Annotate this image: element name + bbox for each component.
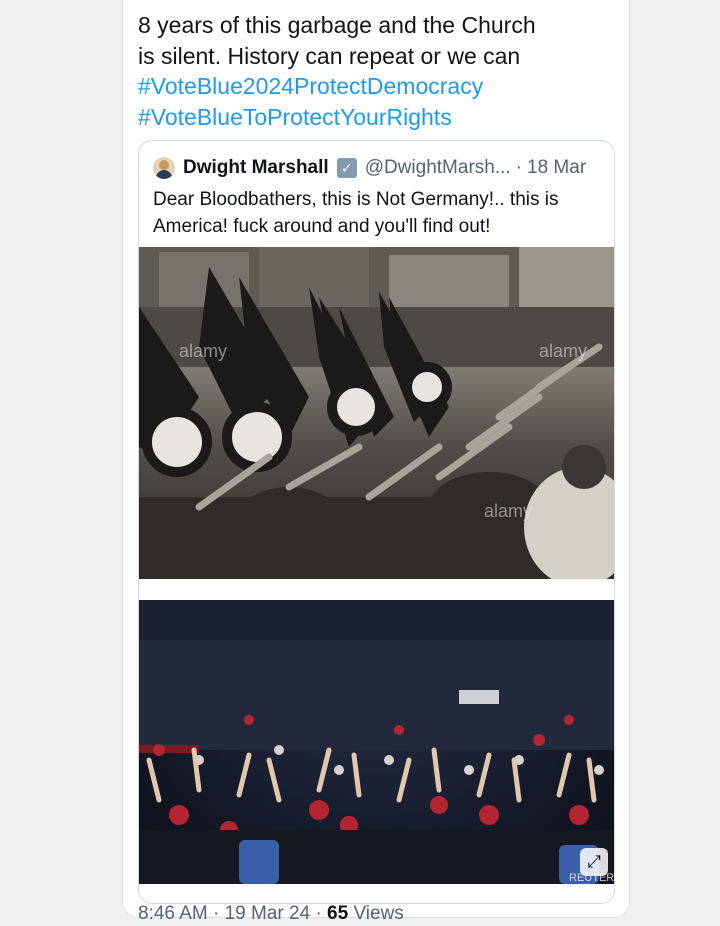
separator-dot: ·	[315, 903, 322, 924]
separator-dot: ·	[515, 157, 523, 178]
views-count: 65	[327, 903, 349, 924]
expand-icon[interactable]: ⤢	[580, 848, 608, 876]
watermark: alamy	[179, 341, 227, 361]
avatar[interactable]	[153, 157, 175, 179]
quoted-text-line: Dear Bloodbathers, this is Not Germany!.…	[153, 189, 559, 210]
quoted-text-line: America! fuck around and you'll find out…	[153, 216, 491, 237]
post-meta: 8:46 AM · 19 Mar 24 · 65 Views	[138, 903, 404, 925]
post-date[interactable]: 18 Mar	[527, 157, 586, 179]
post-text: 8 years of this garbage and the Church i…	[138, 10, 608, 132]
hashtag-link[interactable]: #VoteBlueToProtectYourRights	[138, 102, 608, 133]
views-label: Views	[353, 903, 404, 924]
photo-illustration: REUTERS	[139, 600, 614, 884]
author-handle[interactable]: @DwightMarsh...	[365, 157, 511, 179]
hashtag-link[interactable]: #VoteBlue2024ProtectDemocracy	[138, 71, 608, 102]
quoted-post-text: Dear Bloodbathers, this is Not Germany!.…	[153, 186, 603, 240]
quoted-post[interactable]: Dwight Marshall ✓ @DwightMarsh... · 18 M…	[138, 140, 615, 904]
historical-rally-photo[interactable]: alamy alamy alamy	[139, 247, 614, 579]
photo-illustration: alamy alamy alamy	[139, 247, 614, 579]
post-time[interactable]: 8:46 AM	[138, 903, 208, 924]
watermark: alamy	[484, 501, 532, 521]
verified-badge-icon: ✓	[336, 158, 357, 178]
arena-crowd-photo[interactable]: REUTERS ⤢	[139, 600, 614, 884]
quoted-post-header: Dwight Marshall ✓ @DwightMarsh... · 18 M…	[153, 154, 603, 182]
author-name[interactable]: Dwight Marshall	[183, 157, 329, 179]
media-divider	[139, 579, 614, 600]
watermark: alamy	[539, 341, 587, 361]
post-full-date[interactable]: 19 Mar 24	[225, 903, 311, 924]
post-text-line: 8 years of this garbage and the Church	[138, 12, 536, 38]
post-text-line: is silent. History can repeat or we can	[138, 42, 521, 69]
separator-dot: ·	[213, 903, 220, 924]
